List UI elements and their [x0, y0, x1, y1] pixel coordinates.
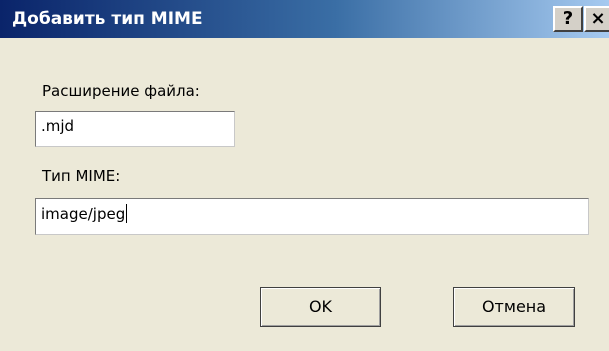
title-bar[interactable]: Добавить тип MIME ? × [0, 0, 609, 38]
extension-input[interactable]: .mjd [35, 111, 235, 147]
mime-type-input[interactable]: image/jpeg [35, 198, 589, 235]
extension-value: .mjd [41, 117, 75, 135]
ok-button[interactable]: OK [260, 287, 381, 327]
question-mark-icon: ? [562, 8, 574, 29]
help-button[interactable]: ? [553, 6, 583, 32]
mime-type-label: Тип MIME: [42, 167, 121, 185]
ok-button-label: OK [308, 297, 333, 316]
close-button[interactable]: × [584, 6, 609, 32]
close-icon: × [590, 8, 606, 29]
text-caret [126, 204, 128, 223]
cancel-button[interactable]: Отмена [453, 287, 575, 327]
dialog-title: Добавить тип MIME [12, 9, 203, 29]
dialog-body: Расширение файла: .mjd Тип MIME: image/j… [0, 38, 609, 351]
extension-label: Расширение файла: [42, 82, 200, 100]
add-mime-type-dialog: Добавить тип MIME ? × Расширение файла: … [0, 0, 609, 351]
cancel-button-label: Отмена [481, 297, 547, 316]
mime-type-value: image/jpeg [41, 205, 126, 223]
